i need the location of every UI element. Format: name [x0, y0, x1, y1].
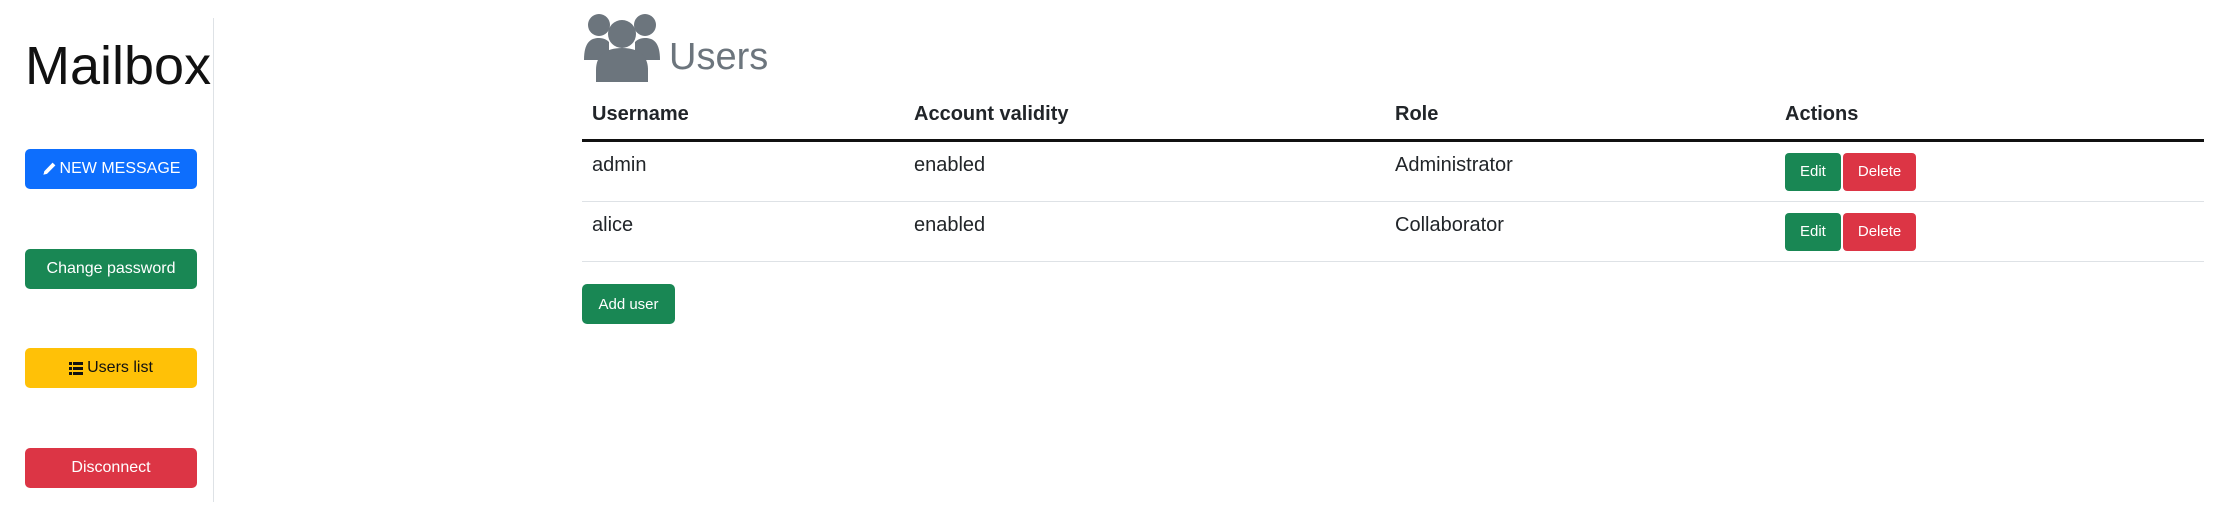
- edit-button[interactable]: Edit: [1785, 212, 1841, 251]
- table-row: admin enabled Administrator Edit Delete: [582, 140, 2204, 202]
- table-row: alice enabled Collaborator Edit Delete: [582, 201, 2204, 262]
- username-cell: alice: [582, 201, 904, 262]
- role-cell: Administrator: [1385, 140, 1775, 202]
- actions-cell: Edit Delete: [1775, 140, 2204, 202]
- disconnect-button[interactable]: Disconnect: [25, 448, 197, 488]
- page-title: Users: [669, 36, 769, 78]
- new-message-label: NEW MESSAGE: [59, 160, 181, 177]
- role-cell: Collaborator: [1385, 201, 1775, 262]
- main-content: Users Username Account validity Role Act…: [582, 0, 2204, 513]
- column-header-username: Username: [582, 90, 904, 142]
- change-password-button[interactable]: Change password: [25, 249, 197, 289]
- actions-cell: Edit Delete: [1775, 201, 2204, 262]
- sidebar: Mailbox NEW MESSAGE Change password User…: [0, 18, 214, 502]
- validity-cell: enabled: [904, 140, 1385, 202]
- users-table: Username Account validity Role Actions a…: [582, 90, 2204, 262]
- users-list-label: Users list: [87, 359, 153, 376]
- delete-button[interactable]: Delete: [1842, 152, 1917, 191]
- app-brand: Mailbox: [25, 36, 212, 96]
- pencil-icon: [42, 162, 56, 176]
- validity-cell: enabled: [904, 201, 1385, 262]
- users-list-button[interactable]: Users list: [25, 348, 197, 388]
- username-cell: admin: [582, 140, 904, 202]
- list-icon: [69, 361, 84, 375]
- table-header-row: Username Account validity Role Actions: [582, 90, 2204, 142]
- new-message-button[interactable]: NEW MESSAGE: [25, 149, 197, 189]
- disconnect-label: Disconnect: [71, 459, 151, 476]
- change-password-label: Change password: [46, 260, 176, 277]
- delete-button[interactable]: Delete: [1842, 212, 1917, 251]
- page-header: Users: [582, 7, 768, 82]
- column-header-role: Role: [1385, 90, 1775, 142]
- column-header-actions: Actions: [1775, 90, 2204, 142]
- add-user-button[interactable]: Add user: [582, 284, 675, 324]
- edit-button[interactable]: Edit: [1785, 152, 1841, 191]
- users-icon: [584, 14, 660, 82]
- column-header-account-validity: Account validity: [904, 90, 1385, 142]
